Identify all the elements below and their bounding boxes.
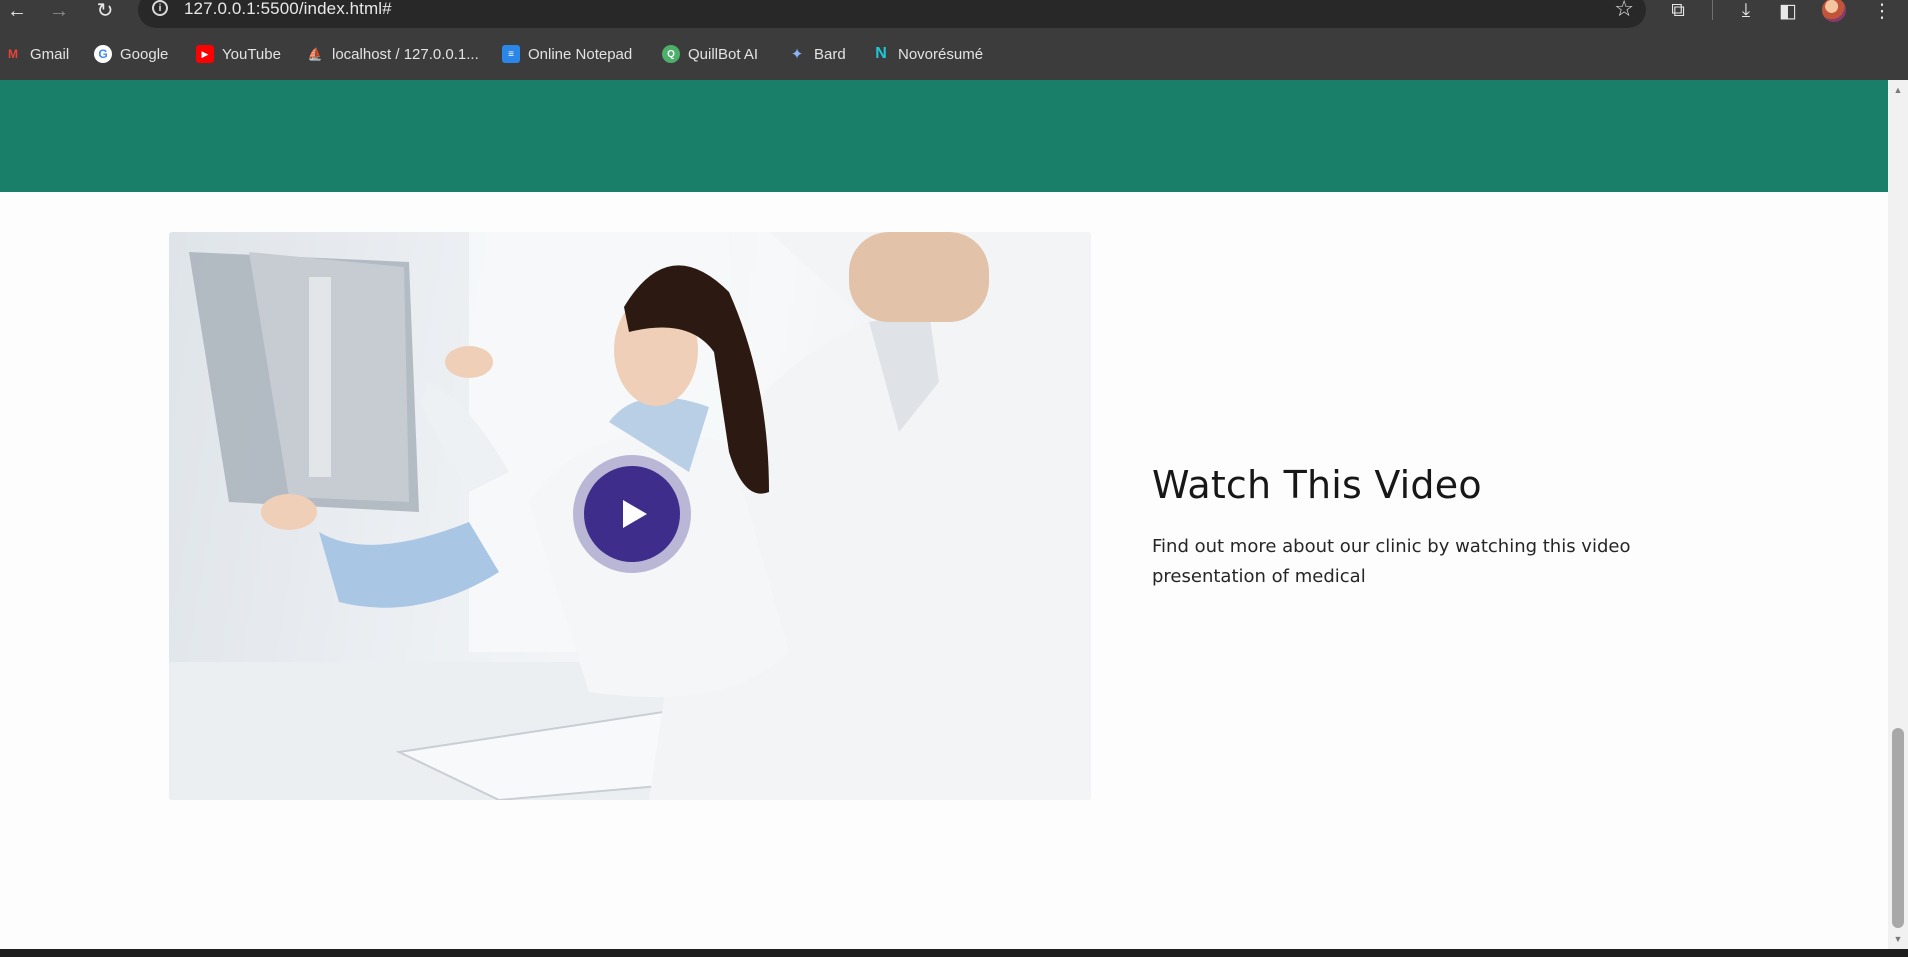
- quillbot-icon: Q: [662, 45, 680, 63]
- gmail-icon: M: [8, 47, 18, 61]
- browser-toolbar: ← → ↻ i 127.0.0.1:5500/index.html# ☆ ⧉ ⤓…: [0, 0, 1908, 28]
- scrollbar-thumb[interactable]: [1892, 728, 1904, 928]
- bookmark-bard[interactable]: ✦ Bard: [788, 42, 846, 66]
- address-bar[interactable]: i 127.0.0.1:5500/index.html# ☆: [138, 0, 1646, 28]
- extensions-icon[interactable]: ⧉: [1664, 0, 1692, 22]
- bookmarks-bar: M Gmail G Google ▶ YouTube ⛵ localhost /…: [0, 28, 1908, 80]
- bookmark-label: localhost / 127.0.0.1...: [332, 45, 479, 63]
- header-band: [0, 80, 1888, 192]
- play-icon: [623, 500, 647, 528]
- toolbar-divider: [1712, 0, 1713, 20]
- bookmark-label: Novorésumé: [898, 45, 984, 63]
- bookmark-label: Online Notepad: [528, 45, 633, 63]
- video-thumbnail[interactable]: [169, 232, 1091, 800]
- bookmark-youtube[interactable]: ▶ YouTube: [196, 42, 281, 66]
- bookmark-star-icon[interactable]: ☆: [1614, 0, 1634, 22]
- play-button[interactable]: [584, 466, 680, 562]
- bookmark-label: QuillBot AI: [688, 45, 759, 63]
- side-panel-icon[interactable]: ◧: [1774, 0, 1802, 22]
- bookmark-google[interactable]: G Google: [94, 42, 168, 66]
- footer-edge: [0, 949, 1908, 957]
- menu-kebab-icon[interactable]: ⋮: [1868, 0, 1896, 22]
- bookmark-novoresume[interactable]: N Novorésumé: [872, 42, 983, 66]
- novoresume-icon: N: [875, 45, 887, 62]
- bookmark-label: YouTube: [222, 45, 281, 63]
- youtube-icon: ▶: [196, 45, 214, 63]
- reload-icon[interactable]: ↻: [90, 0, 120, 22]
- notepad-icon: ≡: [502, 45, 520, 63]
- play-button-halo: [573, 455, 691, 573]
- bookmark-quillbot[interactable]: Q QuillBot AI: [662, 42, 758, 66]
- page-scrollbar[interactable]: ▲ ▼: [1888, 80, 1908, 949]
- profile-avatar[interactable]: [1822, 0, 1846, 22]
- download-icon[interactable]: ⤓: [1732, 0, 1760, 22]
- scroll-up-arrow-icon[interactable]: ▲: [1888, 82, 1908, 98]
- back-arrow-icon[interactable]: ←: [2, 0, 32, 22]
- video-section-description: Find out more about our clinic by watchi…: [1152, 536, 1631, 587]
- scroll-down-arrow-icon[interactable]: ▼: [1888, 931, 1908, 947]
- bookmark-label: Bard: [814, 45, 846, 63]
- bookmark-label: Google: [120, 45, 169, 63]
- video-section-title: Watch This Video: [1152, 463, 1482, 507]
- url-text[interactable]: 127.0.0.1:5500/index.html#: [184, 0, 392, 19]
- bookmark-localhost[interactable]: ⛵ localhost / 127.0.0.1...: [306, 42, 479, 66]
- forward-arrow-icon[interactable]: →: [44, 0, 74, 22]
- phpmyadmin-icon: ⛵: [307, 47, 323, 61]
- bookmark-online-notepad[interactable]: ≡ Online Notepad: [502, 42, 632, 66]
- bard-icon: ✦: [790, 46, 804, 63]
- google-icon: G: [94, 45, 112, 63]
- page-viewport: Watch This Video Find out more about our…: [0, 80, 1888, 949]
- site-info-icon[interactable]: i: [152, 0, 168, 16]
- bookmark-label: Gmail: [30, 45, 70, 63]
- bookmark-gmail[interactable]: M Gmail: [4, 42, 69, 66]
